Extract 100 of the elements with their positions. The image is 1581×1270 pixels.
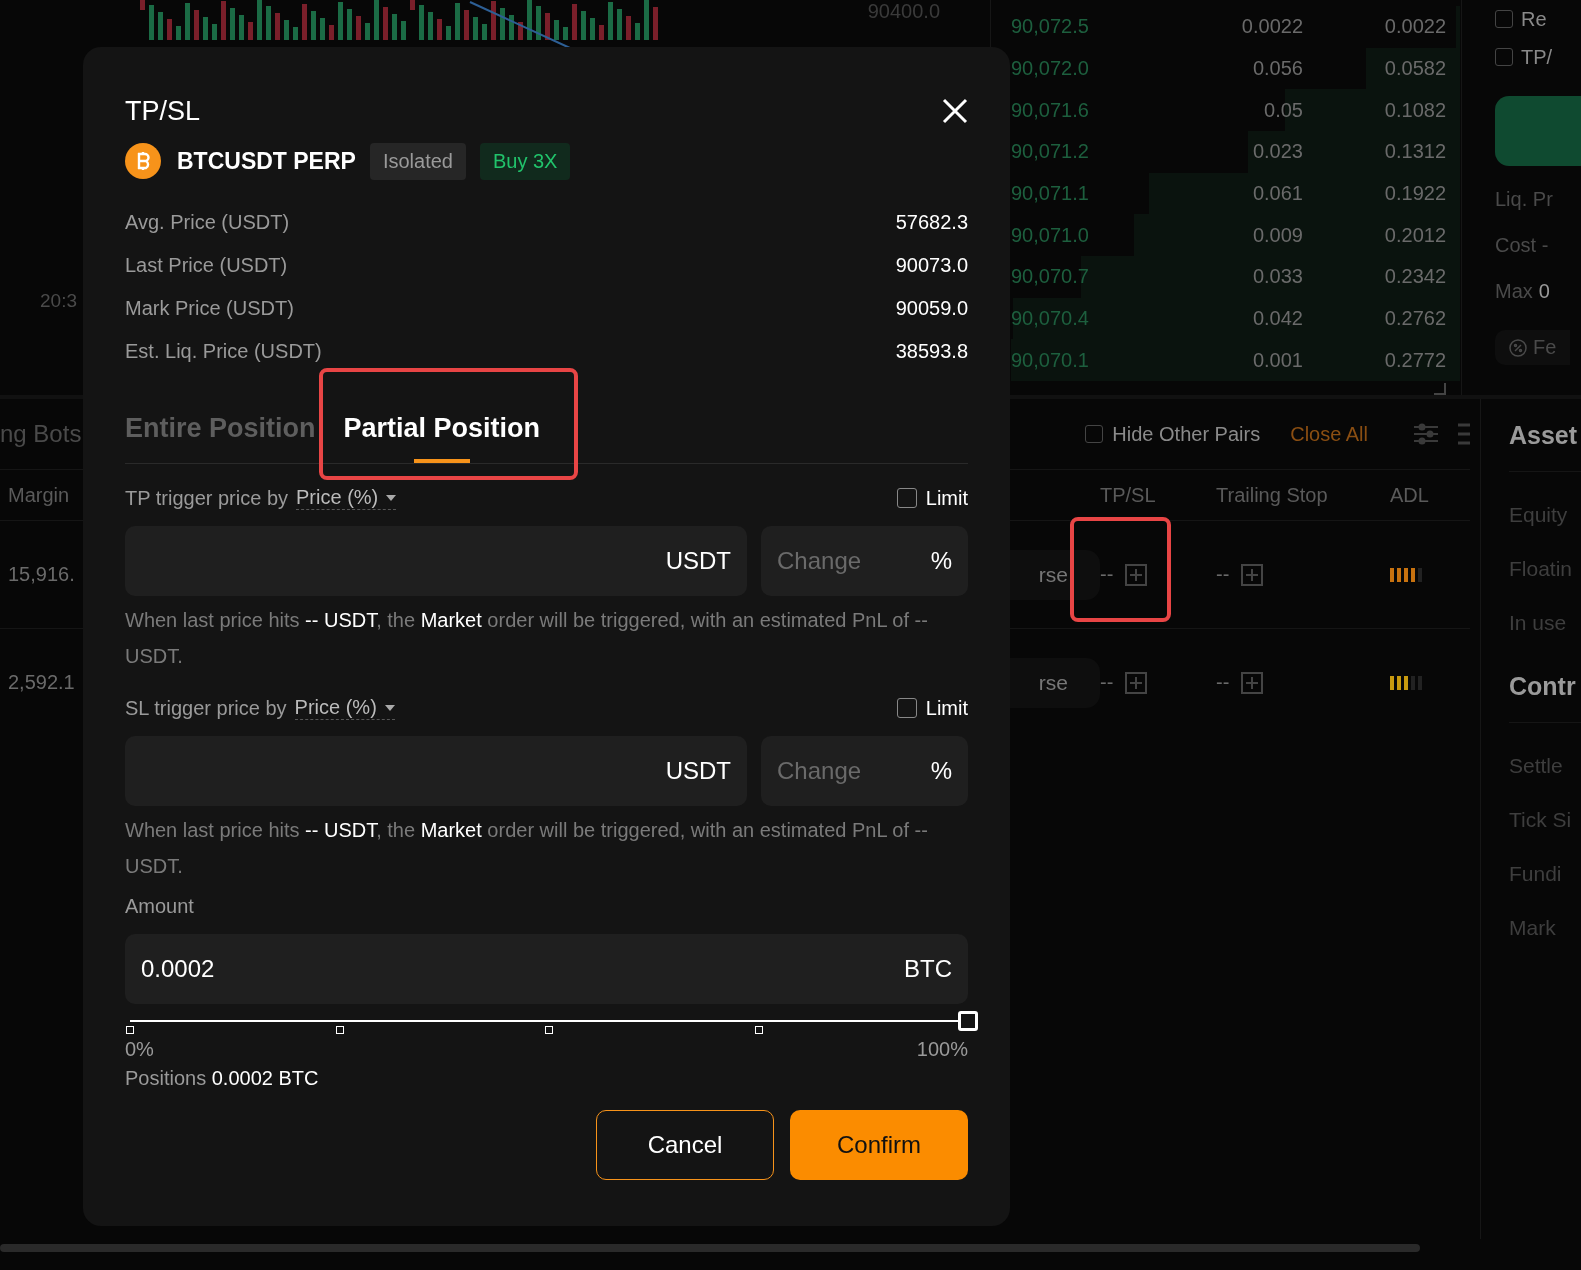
amount-slider[interactable] [125,1010,978,1032]
panel-title: Asset [1509,399,1581,472]
info-label: Mark Price (USDT) [125,297,294,320]
plus-square-icon[interactable] [1125,671,1148,694]
info-label: Last Price (USDT) [125,254,288,277]
column-header: ADL [1390,483,1430,507]
info-value: 57682.3 [895,211,968,234]
bid-size: 0.056 [1252,57,1303,80]
change-input[interactable]: Change [777,757,931,785]
plus-square-icon[interactable] [1241,563,1264,586]
panel-title: Contr [1509,650,1581,723]
trigger-note: When last price hits -- USDT, the Market order will be triggered, with an estimated PnL of -- USDT. [125,608,929,669]
bid-total: 0.2772 [1384,348,1446,372]
bid-price: 90,070.4 [1011,307,1089,331]
slider-min-label: 0% [125,1038,154,1061]
change-input[interactable]: Change [777,547,931,575]
info-value: 90059.0 [895,297,968,320]
bid-total: 0.1312 [1384,140,1446,164]
plus-square-icon[interactable] [1125,563,1148,586]
bid-total: 0.2012 [1384,223,1446,247]
price-input-field[interactable]: USDT [125,736,747,806]
order-info-label: Cost - [1495,234,1549,257]
bid-price: 90,070.1 [1011,348,1089,372]
price-input-field[interactable]: USDT [125,526,747,596]
time-axis-label: 20:3 [40,290,77,312]
bid-size: 0.042 [1252,307,1303,331]
limit-checkbox[interactable]: Limit [896,486,968,510]
bid-size: 0.0022 [1241,15,1303,39]
amount-input-field[interactable]: 0.0002 BTC [125,934,968,1004]
bid-total: 0.1922 [1384,182,1446,205]
order-info-label: Max [1495,280,1533,303]
margin-mode-tag: Isolated [369,142,466,180]
caret-icon [384,704,395,711]
dialog-title: TP/SL [125,95,201,127]
checkbox[interactable] [1495,10,1513,28]
close-icon [942,98,968,124]
bid-total: 0.0022 [1384,15,1446,39]
order-info-value: 0 [1538,280,1550,303]
positions-text: Positions 0.0002 BTC [125,1067,320,1090]
bid-size: 0.009 [1252,223,1303,247]
cancel-button[interactable]: Cancel [596,1110,774,1180]
scrollbar[interactable] [0,1244,1420,1252]
margin-cell-text: 2,592.1 [7,671,76,694]
trigger-label: TP trigger price by [125,486,289,510]
bid-price: 90,071.2 [1011,140,1089,164]
position-tab[interactable]: Partial Position [343,393,541,463]
bid-size: 0.023 [1252,140,1303,164]
bid-price: 90,071.0 [1011,223,1089,247]
column-header: TP/SL [1100,483,1157,507]
sliders-icon[interactable] [1414,423,1438,445]
margin-cell-text: 15,916. [7,563,76,586]
change-input-field[interactable]: Change % [761,526,968,596]
slider-thumb[interactable] [958,1011,978,1031]
bid-size: 0.001 [1252,348,1303,372]
list-icon[interactable] [1458,422,1470,446]
trigger-mode-dropdown[interactable]: Price (%) [294,696,395,720]
bid-total: 0.2342 [1384,265,1446,289]
bid-total: 0.1082 [1384,98,1446,122]
symbol-name: BTCUSDT PERP [177,147,356,175]
bitcoin-coin-icon [125,143,161,179]
amount-label: Amount [125,893,195,919]
trailing-stop-value: -- [1216,671,1230,694]
order-info-label: Liq. Pr [1495,188,1553,211]
slider-max-label: 100% [916,1038,968,1061]
info-label: Est. Liq. Price (USDT) [125,340,322,363]
change-input-field[interactable]: Change % [761,736,968,806]
plus-square-icon[interactable] [1241,671,1264,694]
trigger-note: When last price hits -- USDT, the Market order will be triggered, with an estimated PnL of -- USDT. [125,818,929,879]
percent-circle-icon [1509,338,1527,357]
bid-size: 0.033 [1252,265,1303,289]
bid-total: 0.0582 [1384,57,1446,80]
bid-size: 0.061 [1252,182,1303,205]
bid-price: 90,071.6 [1011,98,1089,122]
amount-input[interactable]: 0.0002 [141,955,904,983]
side-tag: Buy 3X [479,142,571,180]
checkbox[interactable] [1495,48,1513,66]
tpsl-value: -- [1100,671,1114,694]
info-value: 38593.8 [895,340,968,363]
trigger-label: SL trigger price by [125,696,287,720]
bid-price: 90,072.0 [1011,57,1089,80]
bid-price: 90,072.5 [1011,15,1089,39]
caret-icon [386,494,397,501]
trailing-stop-value: -- [1216,563,1230,586]
info-label: Avg. Price (USDT) [125,211,290,234]
confirm-button[interactable]: Confirm [790,1110,968,1180]
info-value: 90073.0 [895,254,968,277]
resize-handle-icon[interactable] [1434,383,1446,395]
trigger-mode-dropdown[interactable]: Price (%) [296,486,397,510]
bid-total: 0.2762 [1384,307,1446,331]
column-header: Trailing Stop [1216,483,1329,507]
bid-price: 90,071.1 [1011,182,1089,205]
checkbox-label: TP/ [1521,45,1553,69]
checkbox-label: Re [1521,7,1547,31]
bid-size: 0.05 [1264,98,1303,122]
checkbox[interactable] [1085,425,1104,443]
close-button[interactable] [942,98,968,124]
column-header: Margin [7,483,71,507]
tpsl-value: -- [1100,563,1114,586]
checkbox-label: Hide Other Pairs [1112,422,1261,446]
bid-price: 90,070.7 [1011,265,1089,289]
